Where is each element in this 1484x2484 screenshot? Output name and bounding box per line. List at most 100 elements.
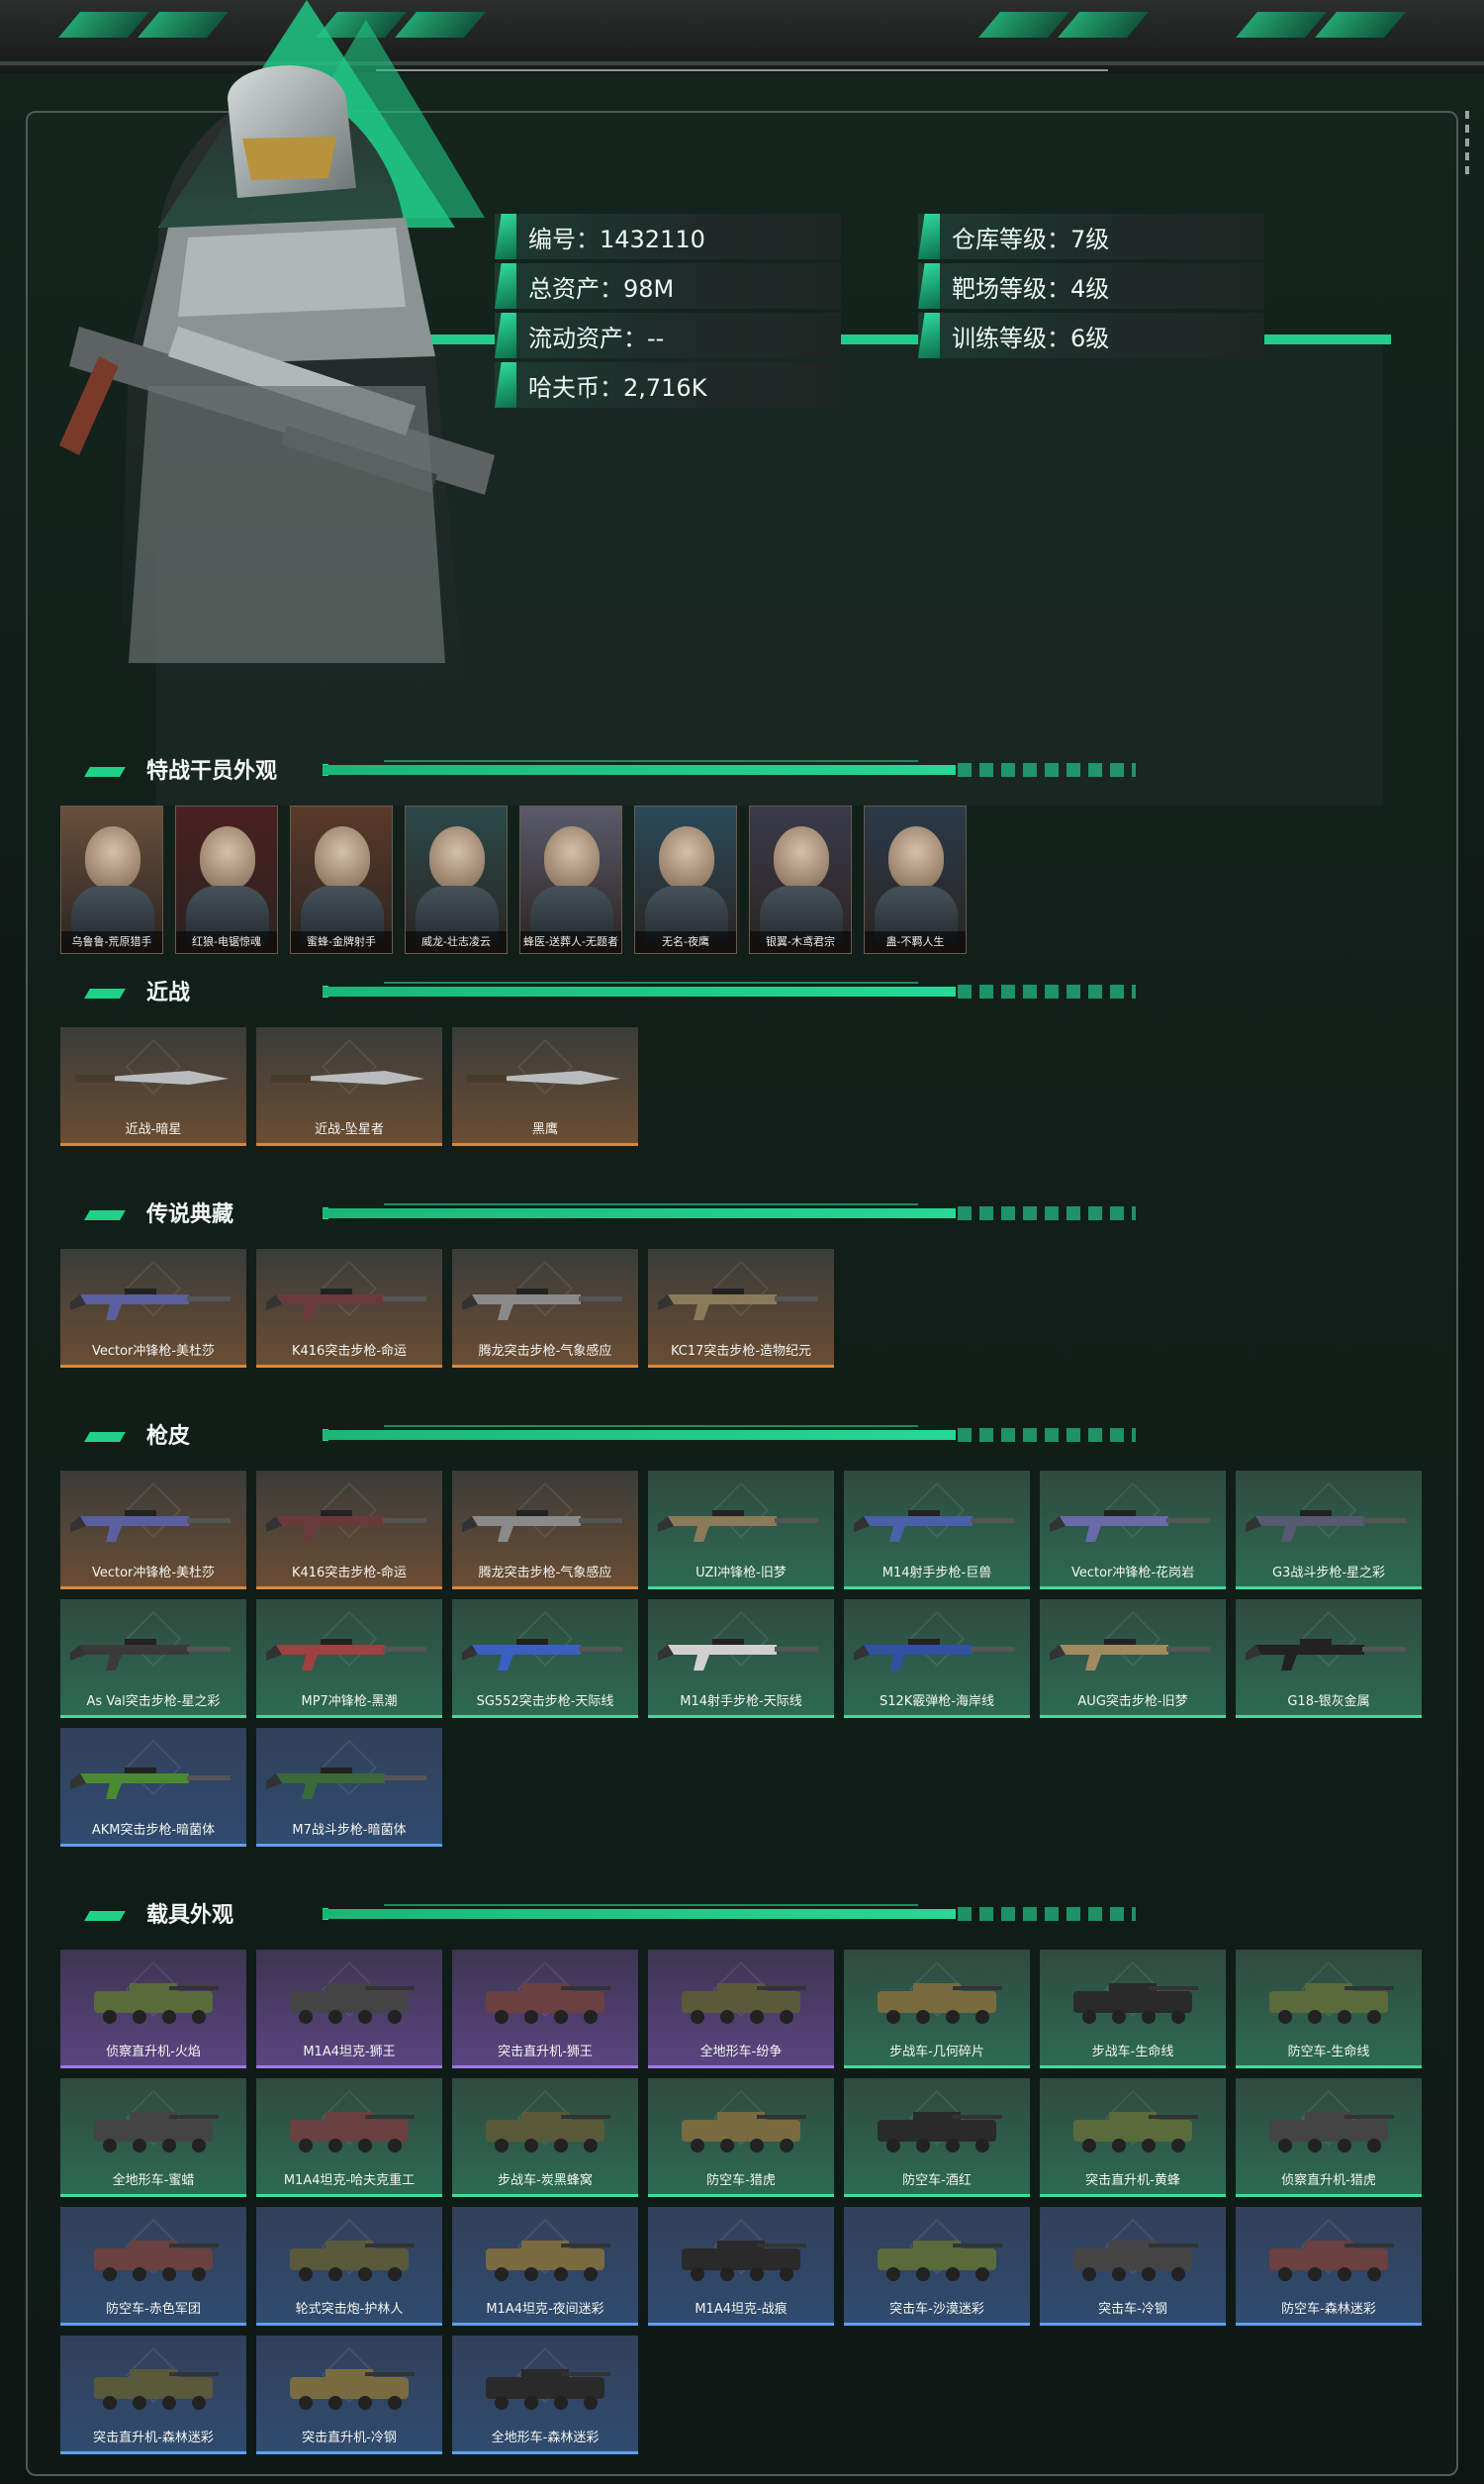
vehicle-card[interactable]: 步战车-生命线 xyxy=(1040,1950,1226,2068)
vehicle-icon xyxy=(878,2112,1002,2152)
section-title: 特战干员外观 xyxy=(146,759,278,784)
stat-label: 总资产：98M xyxy=(528,274,675,303)
vehicle-card[interactable]: 全地形车-蜜蜡 xyxy=(60,2078,246,2197)
weapon-name: Vector冲锋枪-美杜莎 xyxy=(91,1344,216,1359)
vehicle-card[interactable]: 突击车-冷钢 xyxy=(1040,2207,1226,2326)
weapon-card[interactable]: AKM突击步枪-暗菌体 xyxy=(60,1728,246,1847)
weapon-card[interactable]: G3战斗步枪-星之彩 xyxy=(1236,1471,1422,1589)
operator-portrait xyxy=(85,826,140,890)
vehicle-card[interactable]: M1A4坦克-战痕 xyxy=(648,2207,834,2326)
operator-skin-card[interactable]: 威龙-壮志凌云 xyxy=(405,806,508,954)
stat-6: 哈夫币：2,716K xyxy=(495,362,841,408)
weapon-card[interactable]: MP7冲锋枪-黑潮 xyxy=(256,1599,442,1718)
vehicle-name: 全地形车-森林迷彩 xyxy=(491,2431,600,2445)
weapon-card[interactable]: M7战斗步枪-暗菌体 xyxy=(256,1728,442,1847)
vehicle-icon xyxy=(682,2112,806,2152)
vehicle-name: M1A4坦克-狮王 xyxy=(303,2045,396,2059)
weapon-name: Vector冲锋枪-花岗岩 xyxy=(1070,1566,1195,1580)
scroll-indicator[interactable] xyxy=(1465,111,1471,190)
weapon-icon xyxy=(266,1289,426,1320)
vehicle-card[interactable]: 步战车-几何碎片 xyxy=(844,1950,1030,2068)
weapon-card[interactable]: K416突击步枪-命运 xyxy=(256,1249,442,1368)
vehicle-icon xyxy=(486,1983,610,2024)
melee-name: 近战-坠星者 xyxy=(315,1122,384,1137)
vehicle-icon xyxy=(1073,1983,1198,2024)
melee-card[interactable]: 近战-坠星者 xyxy=(256,1027,442,1146)
weapon-name: Vector冲锋枪-美杜莎 xyxy=(91,1566,216,1580)
vehicle-card[interactable]: M1A4坦克-哈夫克重工 xyxy=(256,2078,442,2197)
weapon-card[interactable]: SG552突击步枪-天际线 xyxy=(452,1599,638,1718)
vehicle-card[interactable]: 全地形车-森林迷彩 xyxy=(452,2336,638,2454)
weapon-card[interactable]: KC17突击步枪-造物纪元 xyxy=(648,1249,834,1368)
stat-label: 哈夫币：2,716K xyxy=(528,373,707,402)
knife-icon xyxy=(467,1071,620,1085)
knife-icon xyxy=(271,1071,424,1085)
weapon-name: M7战斗步枪-暗菌体 xyxy=(292,1823,407,1838)
vehicle-card[interactable]: M1A4坦克-狮王 xyxy=(256,1950,442,2068)
weapon-card[interactable]: S12K霰弹枪-海岸线 xyxy=(844,1599,1030,1718)
vehicle-card[interactable]: 突击直升机-狮王 xyxy=(452,1950,638,2068)
weapon-card[interactable]: Vector冲锋枪-美杜莎 xyxy=(60,1249,246,1368)
vehicle-card[interactable]: M1A4坦克-夜间迷彩 xyxy=(452,2207,638,2326)
weapon-card[interactable]: 腾龙突击步枪-气象感应 xyxy=(452,1471,638,1589)
vehicle-card[interactable]: 防空车-森林迷彩 xyxy=(1236,2207,1422,2326)
operator-skin-card[interactable]: 无名-夜鹰 xyxy=(634,806,737,954)
weapon-icon xyxy=(658,1510,818,1542)
vehicle-name: 全地形车-蜜蜡 xyxy=(112,2173,195,2188)
vehicle-card[interactable]: 防空车-猎虎 xyxy=(648,2078,834,2197)
operator-skin-card[interactable]: 蛊-不羁人生 xyxy=(864,806,967,954)
weapon-name: G3战斗步枪-星之彩 xyxy=(1271,1566,1386,1580)
weapon-card[interactable]: UZI冲锋枪-旧梦 xyxy=(648,1471,834,1589)
operator-skin-name: 无名-夜鹰 xyxy=(635,931,736,953)
operator-skin-card[interactable]: 红狼-电锯惊魂 xyxy=(175,806,278,954)
operator-skin-card[interactable]: 蜜蜂-金牌射手 xyxy=(290,806,393,954)
weapon-card[interactable]: M14射手步枪-巨兽 xyxy=(844,1471,1030,1589)
vehicle-icon xyxy=(682,2241,806,2281)
operator-portrait xyxy=(888,826,944,890)
vehicle-name: M1A4坦克-战痕 xyxy=(695,2302,788,2317)
vehicle-card[interactable]: 突击直升机-黄蜂 xyxy=(1040,2078,1226,2197)
melee-name: 黑鹰 xyxy=(531,1122,558,1137)
stat-label: 靶场等级：4级 xyxy=(952,274,1110,303)
vehicle-card[interactable]: 全地形车-纷争 xyxy=(648,1950,834,2068)
operator-skin-name: 蜂医-送葬人-无题者 xyxy=(520,931,621,953)
vehicle-name: M1A4坦克-哈夫克重工 xyxy=(283,2173,416,2188)
vehicle-card[interactable]: 侦察直升机-猎虎 xyxy=(1236,2078,1422,2197)
vehicle-icon xyxy=(1073,2241,1198,2281)
melee-card[interactable]: 近战-暗星 xyxy=(60,1027,246,1146)
vehicle-name: 突击直升机-黄蜂 xyxy=(1085,2173,1180,2188)
weapon-card[interactable]: M14射手步枪-天际线 xyxy=(648,1599,834,1718)
melee-card[interactable]: 黑鹰 xyxy=(452,1027,638,1146)
vehicle-card[interactable]: 防空车-生命线 xyxy=(1236,1950,1422,2068)
operator-skin-card[interactable]: 蜂医-送葬人-无题者 xyxy=(519,806,622,954)
vehicle-name: 防空车-森林迷彩 xyxy=(1281,2302,1376,2317)
weapon-card[interactable]: 腾龙突击步枪-气象感应 xyxy=(452,1249,638,1368)
operator-skin-name: 威龙-壮志凌云 xyxy=(406,931,507,953)
weapon-icon xyxy=(1246,1639,1406,1671)
weapon-card[interactable]: K416突击步枪-命运 xyxy=(256,1471,442,1589)
weapon-card[interactable]: As Val突击步枪-星之彩 xyxy=(60,1599,246,1718)
vehicle-card[interactable]: 防空车-赤色军团 xyxy=(60,2207,246,2326)
vehicle-card[interactable]: 突击车-沙漠迷彩 xyxy=(844,2207,1030,2326)
vehicle-card[interactable]: 步战车-炭黑蜂窝 xyxy=(452,2078,638,2197)
weapon-card[interactable]: G18-银灰金属 xyxy=(1236,1599,1422,1718)
vehicle-icon xyxy=(486,2241,610,2281)
vehicle-card[interactable]: 突击直升机-冷钢 xyxy=(256,2336,442,2454)
vehicle-card[interactable]: 突击直升机-森林迷彩 xyxy=(60,2336,246,2454)
vehicle-name: 步战车-几何碎片 xyxy=(889,2045,984,2059)
weapon-icon xyxy=(70,1289,231,1320)
operator-character-portrait xyxy=(59,65,495,703)
vehicle-icon xyxy=(1073,2112,1198,2152)
vehicle-card[interactable]: 轮式突击炮-护林人 xyxy=(256,2207,442,2326)
operator-skin-card[interactable]: 乌鲁鲁-荒原猎手 xyxy=(60,806,163,954)
vehicle-card[interactable]: 防空车-酒红 xyxy=(844,2078,1030,2197)
weapon-card[interactable]: AUG突击步枪-旧梦 xyxy=(1040,1599,1226,1718)
section-header-melee: 近战 xyxy=(84,978,1136,1009)
weapon-card[interactable]: Vector冲锋枪-美杜莎 xyxy=(60,1471,246,1589)
vehicle-name: 侦察直升机-猎虎 xyxy=(1281,2173,1376,2188)
vehicle-card[interactable]: 侦察直升机-火焰 xyxy=(60,1950,246,2068)
weapon-card[interactable]: Vector冲锋枪-花岗岩 xyxy=(1040,1471,1226,1589)
operator-skin-card[interactable]: 银翼-木鸢君宗 xyxy=(749,806,852,954)
weapon-icon xyxy=(70,1767,231,1799)
weapon-name: 腾龙突击步枪-气象感应 xyxy=(478,1566,612,1580)
